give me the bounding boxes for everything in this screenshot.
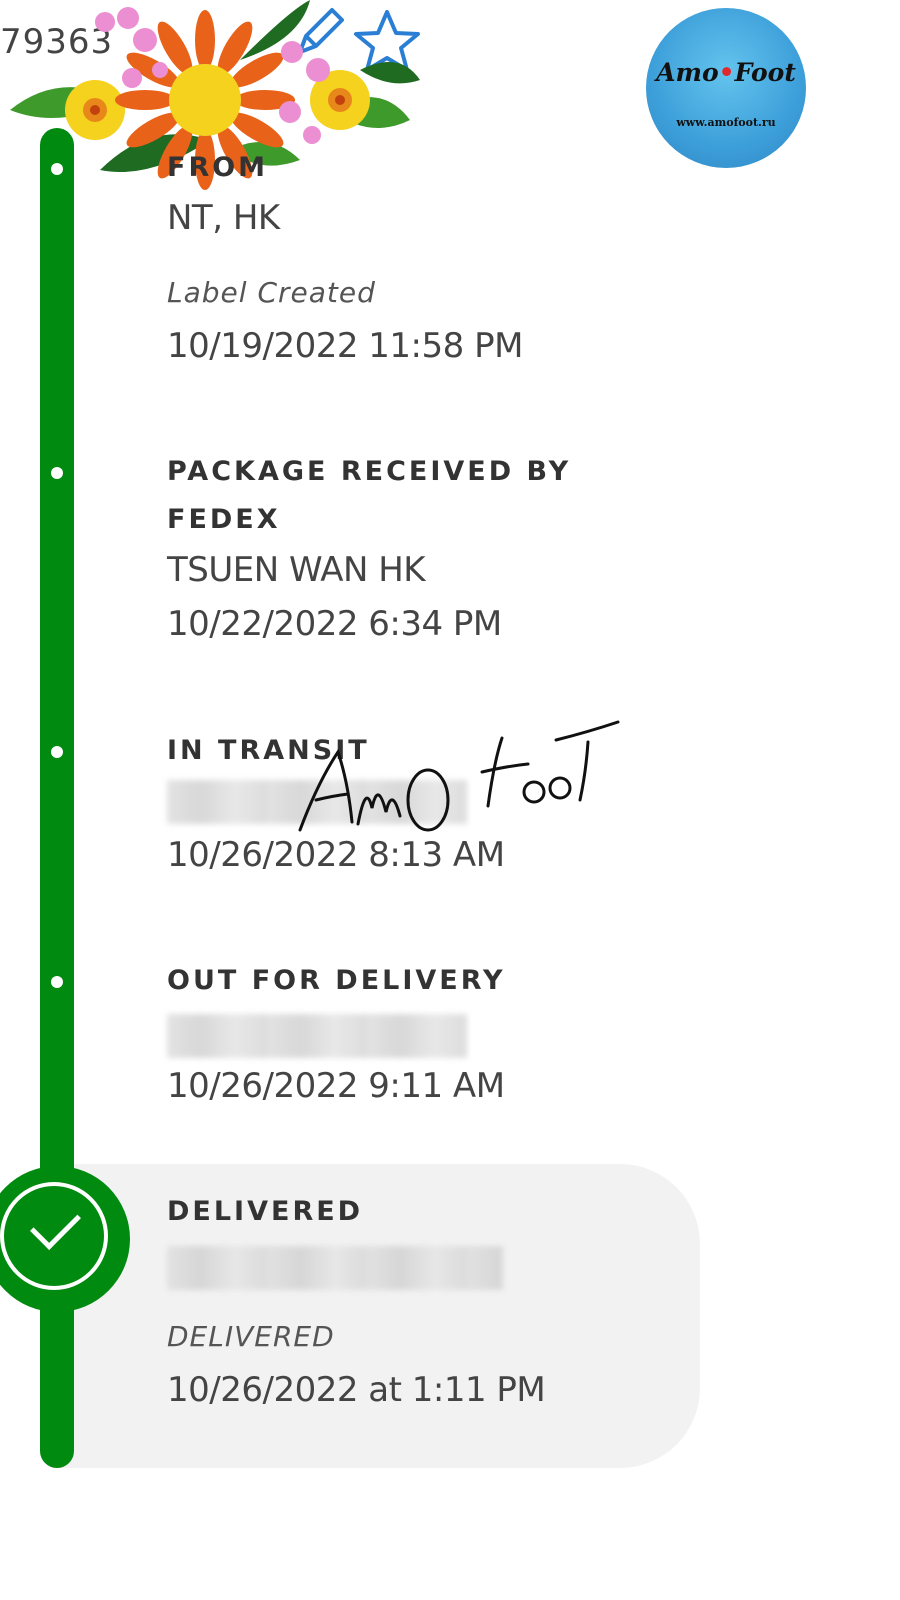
event-heading-out-for-delivery: OUT FOR DELIVERY	[167, 965, 506, 996]
timeline-dot	[51, 467, 63, 479]
event-datetime: 10/26/2022 9:11 AM	[167, 1066, 505, 1106]
logo-url: www.amofoot.ru	[676, 116, 776, 129]
event-datetime: 10/19/2022 11:58 PM	[167, 326, 523, 366]
event-heading-delivered: DELIVERED	[167, 1196, 364, 1227]
event-status-label: DELIVERED	[167, 1320, 335, 1353]
logo-name: Amo•Foot	[656, 58, 796, 87]
timeline-dot	[51, 746, 63, 758]
watermark-signature	[298, 720, 620, 832]
event-heading-received: PACKAGE RECEIVED BY	[167, 456, 572, 487]
event-datetime: 10/22/2022 6:34 PM	[167, 604, 502, 644]
redacted-location	[167, 1014, 467, 1058]
brand-logo: Amo•Foot www.amofoot.ru	[646, 8, 806, 168]
timeline-dot	[51, 976, 63, 988]
event-status-label: Label Created	[167, 276, 376, 309]
event-location: NT, HK	[167, 198, 280, 238]
event-heading-received-line2: FEDEX	[167, 504, 281, 535]
delivered-card	[60, 1164, 700, 1468]
timeline-dot	[51, 163, 63, 175]
event-location: TSUEN WAN HK	[167, 550, 426, 590]
tracking-page: 79363 Amo•Foot www.amofoot.ru FROM NT, H…	[0, 0, 900, 1600]
event-heading-from: FROM	[167, 152, 269, 183]
redacted-location	[167, 1246, 503, 1290]
event-datetime: 10/26/2022 at 1:11 PM	[167, 1370, 546, 1410]
